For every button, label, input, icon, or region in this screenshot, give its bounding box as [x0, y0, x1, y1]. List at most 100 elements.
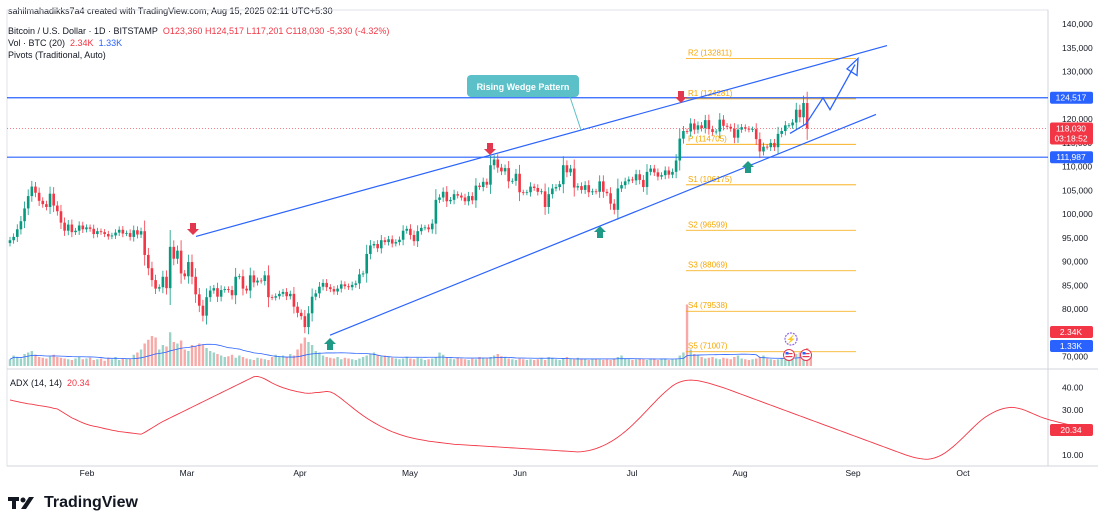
volume-bar	[449, 358, 452, 366]
candle-body	[205, 297, 208, 316]
candle-body	[784, 125, 787, 132]
candle-body	[754, 129, 758, 140]
candle-body	[41, 200, 45, 205]
volume-bar	[627, 359, 630, 366]
volume-bar	[103, 360, 106, 366]
time-axis-label: Jul	[627, 468, 638, 478]
volume-bar	[769, 359, 772, 366]
volume-bar	[667, 360, 671, 366]
volume-bar	[259, 358, 263, 366]
candle-body	[452, 194, 456, 200]
volume-bar	[503, 357, 507, 366]
candle-body	[190, 262, 194, 277]
candle-body	[467, 196, 470, 202]
volume-bar	[183, 349, 186, 366]
candle-body	[532, 186, 536, 188]
candle-body	[707, 120, 711, 130]
volume-bar	[52, 354, 55, 366]
volume-bar	[420, 358, 423, 366]
candle-body	[347, 286, 350, 288]
candle-body	[700, 125, 703, 129]
candle-body	[30, 186, 34, 197]
candle-body	[390, 239, 394, 244]
candle-body	[660, 175, 663, 177]
adx-axis-label: 10.00	[1062, 450, 1084, 460]
candle-body	[176, 250, 179, 259]
volume-bar	[161, 345, 165, 366]
candle-body	[23, 208, 26, 222]
candle-body	[536, 188, 540, 192]
volume-bar	[401, 358, 405, 366]
volume-bar	[70, 360, 74, 366]
candle-body	[165, 276, 168, 289]
flag-canton	[802, 352, 806, 355]
volume-bar	[674, 358, 678, 366]
volume-bar	[682, 352, 685, 366]
candle-body	[354, 283, 358, 285]
candle-body	[332, 289, 336, 292]
candle-body	[751, 129, 754, 130]
volume-bar	[391, 357, 394, 366]
candle-body	[503, 168, 507, 172]
volume-bar	[74, 358, 77, 366]
volume-bar	[168, 332, 172, 366]
adx-axis-label: 30.00	[1062, 405, 1084, 415]
volume-bar	[394, 358, 398, 366]
volume-bar	[249, 359, 252, 366]
annotation-pointer	[569, 96, 582, 131]
volume-bar	[92, 360, 95, 366]
candle-body	[372, 244, 376, 246]
volume-bar	[664, 358, 667, 366]
candle-body	[747, 128, 751, 130]
price-chart[interactable]: 140,000135,000130,000125,000120,000115,0…	[0, 0, 1105, 525]
volume-bar	[179, 340, 183, 366]
volume-bar	[158, 349, 161, 366]
support-price-badge: 111,987	[1050, 151, 1093, 164]
candle-body	[369, 245, 372, 254]
candle-body	[281, 291, 285, 294]
pivot-label: S4 (79538)	[688, 301, 728, 310]
volume-bar	[201, 345, 205, 366]
volume-bar	[132, 354, 135, 366]
volume-bar	[234, 357, 237, 366]
candle-body	[96, 231, 99, 235]
candle-body	[248, 275, 252, 291]
candle-body	[208, 290, 212, 298]
volume-bar	[696, 355, 700, 366]
candle-body	[318, 286, 321, 294]
price-badge-text: 03:18:52	[1054, 134, 1087, 144]
candle-body	[787, 125, 791, 127]
candle-body	[296, 306, 299, 313]
price-badge-text: 118,030	[1056, 124, 1086, 134]
candle-body	[652, 168, 656, 173]
volume-bar	[558, 360, 561, 366]
candle-body	[460, 195, 463, 198]
candle-body	[59, 211, 63, 223]
volume-bar	[285, 357, 288, 366]
volume-bar	[245, 358, 248, 366]
candle-body	[711, 129, 714, 132]
time-axis-label: Sep	[845, 468, 860, 478]
candle-body	[685, 131, 689, 132]
price-axis-label: 105,000	[1062, 185, 1093, 195]
candle-body	[580, 186, 583, 190]
candles	[8, 91, 809, 335]
candle-body	[161, 276, 165, 288]
candle-body	[602, 181, 605, 192]
volume-bar	[642, 359, 645, 366]
volume-bar	[434, 357, 438, 366]
volume-bar	[598, 359, 601, 366]
candle-body	[387, 239, 390, 243]
candle-body	[201, 305, 205, 316]
candle-body	[168, 246, 172, 289]
volume-bar	[438, 352, 441, 366]
volume-bar	[376, 354, 379, 366]
volume-bar	[431, 358, 434, 366]
time-axis-label: Oct	[956, 468, 970, 478]
volume-bar	[492, 355, 496, 366]
volume-bar	[536, 359, 539, 366]
candle-body	[518, 173, 521, 193]
candle-body	[656, 172, 660, 177]
annotation-label: Rising Wedge Pattern	[477, 82, 570, 92]
volume-bar	[361, 357, 365, 366]
